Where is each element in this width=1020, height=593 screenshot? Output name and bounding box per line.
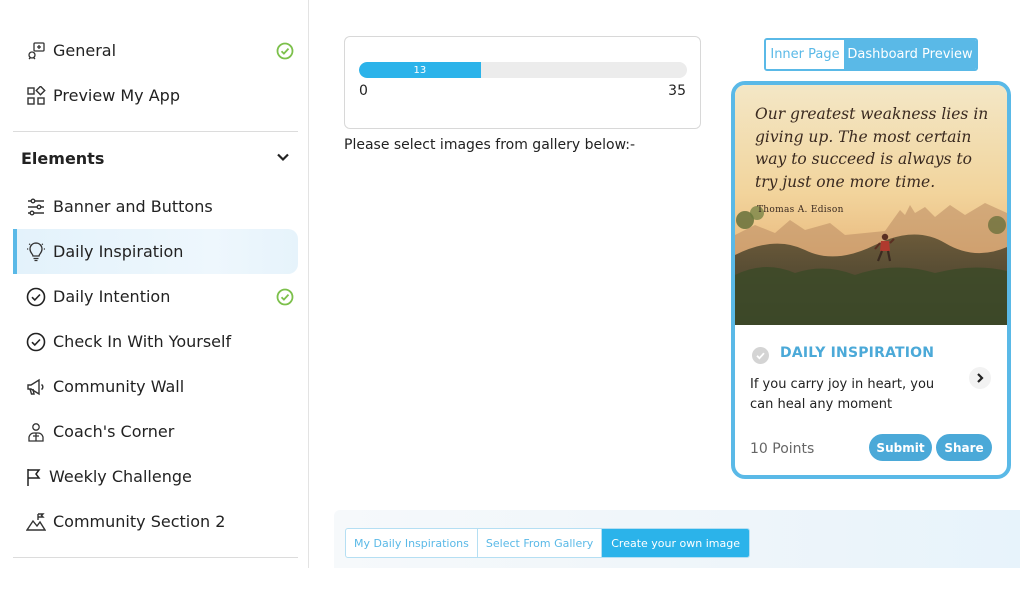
preview-mode-toggle: Inner Page Dashboard Preview: [764, 38, 978, 71]
sidebar-item-weekly-challenge[interactable]: Weekly Challenge: [13, 454, 298, 499]
sidebar-item-label: Banner and Buttons: [53, 197, 213, 216]
tab-my-daily-inspirations[interactable]: My Daily Inspirations: [346, 529, 478, 557]
sidebar-item-label: Coach's Corner: [53, 422, 175, 441]
sidebar: General Preview My App Elements Banner a…: [0, 0, 309, 568]
daily-inspiration-title: DAILY INSPIRATION: [780, 345, 935, 361]
elements-section-header[interactable]: Elements: [13, 136, 298, 180]
sidebar-item-label: Daily Intention: [53, 287, 171, 306]
sidebar-item-daily-intention[interactable]: Daily Intention: [13, 274, 298, 319]
progress-bar: 13: [359, 62, 687, 78]
chevron-down-icon: [277, 153, 289, 162]
sidebar-item-label: Preview My App: [53, 86, 180, 105]
image-count-progress-card: 13 0 35: [344, 36, 701, 129]
daily-inspiration-message: If you carry joy in heart, you can heal …: [750, 377, 935, 412]
sidebar-item-daily-inspiration[interactable]: Daily Inspiration: [13, 229, 298, 274]
sidebar-item-label: Weekly Challenge: [49, 467, 192, 486]
dashboard-preview-card: Our greatest weakness lies in giving up.…: [731, 81, 1011, 479]
sidebar-item-coaches-corner[interactable]: Coach's Corner: [13, 409, 298, 454]
sidebar-item-label: General: [53, 41, 117, 60]
inner-page-button[interactable]: Inner Page: [766, 40, 844, 69]
sidebar-item-preview-my-app[interactable]: Preview My App: [13, 73, 298, 118]
sidebar-item-community-wall[interactable]: Community Wall: [13, 364, 298, 409]
chevron-right-icon: [977, 373, 984, 383]
sidebar-item-community-section-2[interactable]: Community Section 2: [13, 499, 298, 544]
section-title: Elements: [21, 148, 105, 168]
gallery-tabs: My Daily Inspirations Select From Galler…: [345, 528, 750, 558]
quote-author: Thomas A. Edison: [757, 205, 844, 215]
flag-icon: [23, 466, 45, 488]
sidebar-item-label: Community Section 2: [53, 512, 226, 531]
share-button[interactable]: Share: [936, 434, 992, 461]
quote-text: Our greatest weakness lies in giving up.…: [755, 105, 989, 191]
lightbulb-icon: [25, 241, 47, 263]
megaphone-icon: [25, 376, 47, 398]
sidebar-item-label: Community Wall: [53, 377, 185, 396]
apps-grid-icon: [25, 85, 47, 107]
completed-check-icon: [276, 288, 294, 306]
completed-check-icon: [276, 42, 294, 60]
submit-button[interactable]: Submit: [869, 434, 932, 461]
settings-chat-icon: [25, 40, 47, 62]
sidebar-item-label: Daily Inspiration: [53, 242, 184, 261]
sidebar-divider: [13, 131, 298, 132]
dashboard-preview-button[interactable]: Dashboard Preview: [844, 40, 976, 69]
gallery-instruction-text: Please select images from gallery below:…: [344, 137, 636, 153]
check-circle-icon: [752, 347, 769, 364]
points-label: 10 Points: [750, 441, 815, 457]
inspiration-quote-image: Our greatest weakness lies in giving up.…: [735, 85, 1007, 325]
tab-select-from-gallery[interactable]: Select From Gallery: [478, 529, 603, 557]
tab-create-your-own-image[interactable]: Create your own image: [602, 529, 749, 557]
progress-current-value: 13: [413, 64, 427, 76]
mountain-icon: [25, 511, 47, 533]
coach-icon: [25, 421, 47, 443]
next-button[interactable]: [969, 367, 991, 389]
progress-min-label: 0: [359, 83, 368, 99]
sidebar-item-check-in-with-yourself[interactable]: Check In With Yourself: [13, 319, 298, 364]
sidebar-item-general[interactable]: General: [13, 28, 298, 73]
sliders-icon: [25, 196, 47, 218]
sidebar-divider: [13, 557, 298, 558]
sidebar-item-banner-and-buttons[interactable]: Banner and Buttons: [13, 184, 298, 229]
check-circle-icon: [25, 286, 47, 308]
check-circle-icon: [25, 331, 47, 353]
progress-bar-fill: 13: [359, 62, 481, 78]
progress-max-label: 35: [668, 83, 686, 99]
sidebar-item-label: Check In With Yourself: [53, 332, 232, 351]
